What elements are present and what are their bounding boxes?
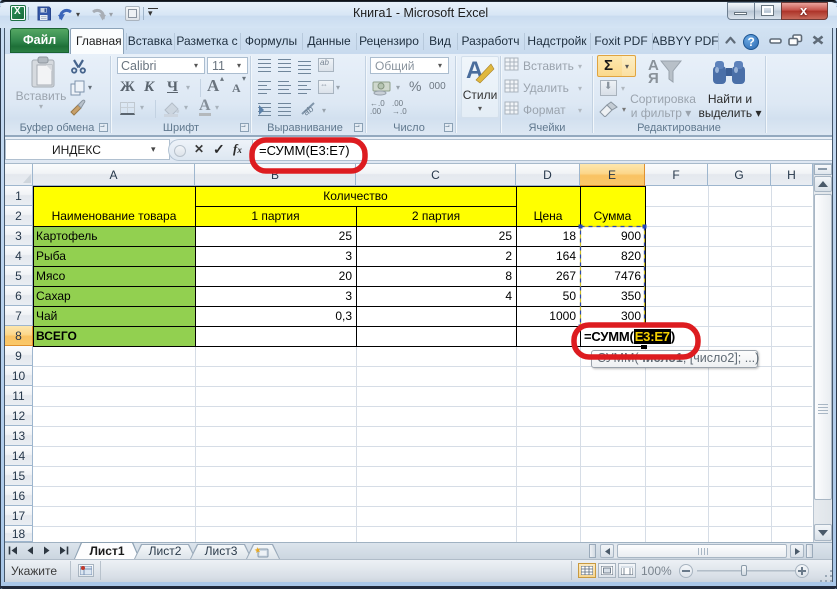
svg-text:ab: ab [301, 104, 315, 118]
